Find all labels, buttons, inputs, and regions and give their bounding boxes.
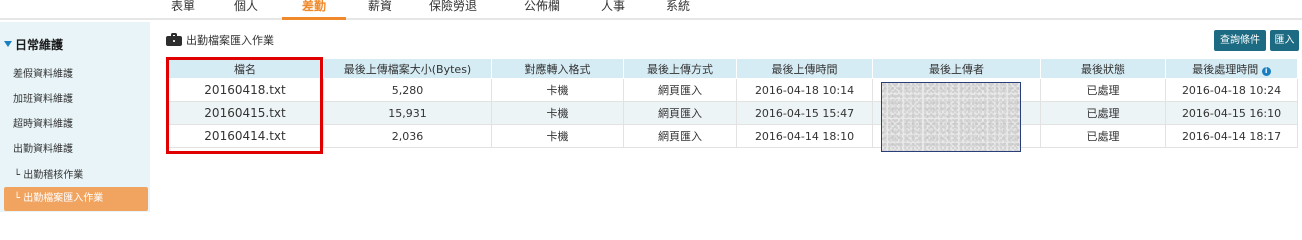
cell-upload-time: 2016-04-14 18:10 xyxy=(736,124,873,148)
col-header-format[interactable]: 對應轉入格式 xyxy=(491,58,624,79)
cell-upload-method: 網頁匯入 xyxy=(623,78,737,102)
cell-size: 15,931 xyxy=(323,101,492,125)
cell-status: 已處理 xyxy=(1040,101,1166,125)
sidebar-item-leave[interactable]: 差假資料維護 xyxy=(13,65,73,80)
cell-upload-time: 2016-04-15 15:47 xyxy=(736,101,873,125)
sidebar-item-attendance[interactable]: 出勤資料維護 xyxy=(13,140,73,155)
import-files-table: 檔名 最後上傳檔案大小(Bytes) 對應轉入格式 最後上傳方式 最後上傳時間 … xyxy=(166,58,1298,148)
cell-status: 已處理 xyxy=(1040,124,1166,148)
cell-format: 卡機 xyxy=(491,124,624,148)
briefcase-icon xyxy=(166,33,182,46)
nav-tab-hr[interactable]: 人事 xyxy=(593,0,633,18)
import-button[interactable]: 匯入 xyxy=(1270,30,1299,51)
col-header-status[interactable]: 最後狀態 xyxy=(1040,58,1166,79)
cell-size: 2,036 xyxy=(323,124,492,148)
sidebar-section-label: 日常維護 xyxy=(15,38,64,52)
caret-down-icon xyxy=(4,41,12,47)
redacted-uploader-block xyxy=(881,82,1021,152)
cell-processed-time: 2016-04-14 18:17 xyxy=(1165,124,1298,148)
query-conditions-button[interactable]: 查詢條件 xyxy=(1214,30,1266,51)
col-header-uploader[interactable]: 最後上傳者 xyxy=(872,58,1041,79)
nav-tab-forms[interactable]: 表單 xyxy=(163,0,203,18)
filename-column-highlight xyxy=(166,57,323,154)
nav-tab-bulletin[interactable]: 公佈欄 xyxy=(517,0,567,18)
cell-processed-time: 2016-04-18 10:24 xyxy=(1165,78,1298,102)
col-header-upload-time[interactable]: 最後上傳時間 xyxy=(736,58,873,79)
col-header-size[interactable]: 最後上傳檔案大小(Bytes) xyxy=(323,58,492,79)
cell-upload-method: 網頁匯入 xyxy=(623,101,737,125)
nav-tab-attendance[interactable]: 差勤 xyxy=(282,0,346,20)
table-row[interactable]: 20160415.txt 15,931 卡機 網頁匯入 2016-04-15 1… xyxy=(166,101,1298,125)
table-header-row: 檔名 最後上傳檔案大小(Bytes) 對應轉入格式 最後上傳方式 最後上傳時間 … xyxy=(166,58,1298,79)
sidebar: 日常維護 差假資料維護 加班資料維護 超時資料維護 出勤資料維護 └ 出勤稽核作… xyxy=(0,22,150,212)
sidebar-item-attendance-audit[interactable]: └ 出勤稽核作業 xyxy=(14,166,83,181)
cell-size: 5,280 xyxy=(323,78,492,102)
page-title: 出勤檔案匯入作業 xyxy=(186,34,274,47)
nav-tab-payroll[interactable]: 薪資 xyxy=(360,0,400,18)
cell-upload-time: 2016-04-18 10:14 xyxy=(736,78,873,102)
sidebar-item-attendance-import[interactable]: └ 出勤檔案匯入作業 xyxy=(4,187,148,211)
top-nav: 表單 個人 差勤 薪資 保險勞退 公佈欄 人事 系統 xyxy=(0,0,1302,20)
sidebar-item-overtime[interactable]: 加班資料維護 xyxy=(13,90,73,105)
cell-format: 卡機 xyxy=(491,101,624,125)
cell-status: 已處理 xyxy=(1040,78,1166,102)
col-header-upload-method[interactable]: 最後上傳方式 xyxy=(623,58,737,79)
nav-tab-system[interactable]: 系統 xyxy=(658,0,698,18)
col-header-processed-time-label: 最後處理時間 xyxy=(1192,62,1259,76)
cell-processed-time: 2016-04-15 16:10 xyxy=(1165,101,1298,125)
nav-tab-insurance[interactable]: 保險勞退 xyxy=(418,0,488,18)
nav-tab-personal[interactable]: 個人 xyxy=(226,0,266,18)
sidebar-section-daily[interactable]: 日常維護 xyxy=(4,36,63,53)
col-header-processed-time[interactable]: 最後處理時間 i xyxy=(1165,58,1298,79)
table-row[interactable]: 20160418.txt 5,280 卡機 網頁匯入 2016-04-18 10… xyxy=(166,78,1298,102)
info-icon[interactable]: i xyxy=(1261,66,1271,76)
table-row[interactable]: 20160414.txt 2,036 卡機 網頁匯入 2016-04-14 18… xyxy=(166,124,1298,148)
cell-format: 卡機 xyxy=(491,78,624,102)
cell-upload-method: 網頁匯入 xyxy=(623,124,737,148)
sidebar-item-excess-hours[interactable]: 超時資料維護 xyxy=(13,115,73,130)
